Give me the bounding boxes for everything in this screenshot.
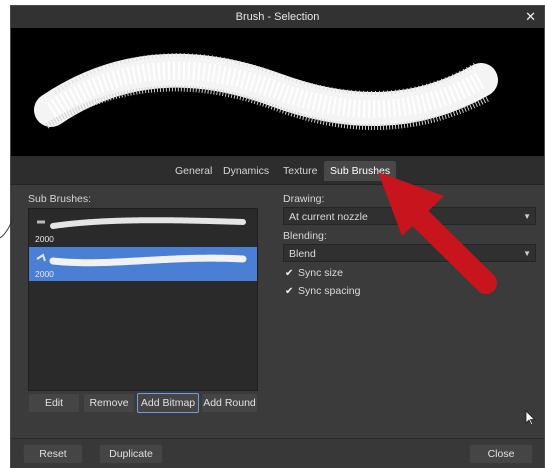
sub-brush-size: 2000 — [35, 269, 54, 279]
external-annotation-line — [0, 217, 14, 239]
blending-select[interactable]: Blend ▼ — [283, 244, 536, 262]
title-bar: Brush - Selection ✕ — [11, 6, 544, 28]
blending-label: Blending: — [283, 230, 327, 242]
chevron-down-icon: ▼ — [523, 212, 531, 221]
sub-brush-list[interactable]: 2000 2000 — [28, 208, 258, 391]
drawing-select[interactable]: At current nozzle ▼ — [283, 207, 536, 225]
dialog-footer: Reset Duplicate Close — [11, 438, 544, 468]
sub-brush-buttons: Edit Remove Add Bitmap Add Round — [28, 393, 258, 415]
mouse-cursor-icon — [525, 410, 536, 426]
add-bitmap-button[interactable]: Add Bitmap — [137, 393, 199, 413]
brush-stroke-graphic — [34, 53, 498, 130]
tab-bar: General Dynamics Texture Sub Brushes — [11, 156, 544, 185]
sub-brush-thumbnail — [37, 217, 246, 229]
drawing-select-value: At current nozzle — [289, 211, 368, 223]
tab-sub-brushes[interactable]: Sub Brushes — [324, 161, 397, 181]
brush-stroke-preview — [11, 28, 544, 156]
sub-brush-item-selected[interactable]: 2000 — [29, 247, 257, 281]
sync-size-checkbox[interactable]: ✔ Sync size — [285, 267, 343, 279]
duplicate-button[interactable]: Duplicate — [99, 444, 163, 464]
tab-general[interactable]: General — [169, 161, 218, 181]
sync-spacing-checkbox[interactable]: ✔ Sync spacing — [285, 285, 360, 297]
close-button[interactable]: Close — [469, 444, 533, 464]
tab-dynamics[interactable]: Dynamics — [217, 161, 275, 181]
sub-brush-size: 2000 — [35, 234, 54, 244]
sub-brush-item[interactable]: 2000 — [29, 212, 257, 246]
drawing-label: Drawing: — [283, 193, 325, 205]
sync-size-label: Sync size — [298, 267, 343, 279]
window-title: Brush - Selection — [235, 11, 320, 23]
close-icon[interactable]: ✕ — [525, 6, 536, 28]
checkmark-icon: ✔ — [285, 268, 294, 279]
brush-selection-dialog: Brush - Selection ✕ General Dynamics Tex… — [10, 5, 545, 468]
edit-button[interactable]: Edit — [28, 393, 80, 413]
remove-button[interactable]: Remove — [83, 393, 135, 413]
reset-button[interactable]: Reset — [23, 444, 83, 464]
add-round-button[interactable]: Add Round — [201, 393, 258, 413]
tab-texture[interactable]: Texture — [277, 161, 323, 181]
blending-select-value: Blend — [289, 248, 316, 260]
sub-brush-thumbnail — [36, 253, 247, 267]
sub-brushes-label: Sub Brushes: — [28, 193, 92, 205]
checkmark-icon: ✔ — [285, 286, 294, 297]
sync-spacing-label: Sync spacing — [298, 285, 361, 297]
chevron-down-icon: ▼ — [523, 249, 531, 258]
